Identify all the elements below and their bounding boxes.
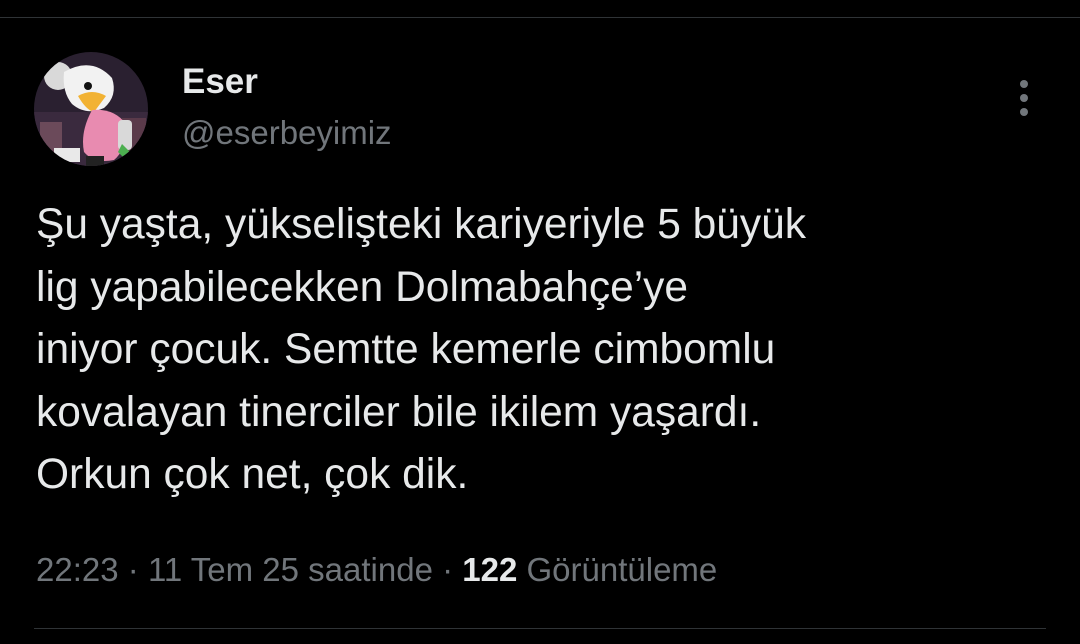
meta-separator: · xyxy=(442,551,454,588)
top-divider xyxy=(0,17,1080,18)
views-label[interactable]: Görüntüleme xyxy=(527,551,718,588)
tweet-meta: 22:23 · 11 Tem 25 saatinde · 122 Görüntü… xyxy=(36,548,717,592)
more-dot-bottom xyxy=(1020,108,1028,116)
more-options-button[interactable] xyxy=(1010,78,1038,118)
author-handle[interactable]: @eserbeyimiz xyxy=(182,114,392,152)
tweet-line: Şu yaşta, yükselişteki kariyeriyle 5 büy… xyxy=(36,201,807,248)
tweet-text: Şu yaşta, yükselişteki kariyeriyle 5 büy… xyxy=(36,194,1036,507)
tweet-line: kovalayan tinerciler bile ikilem yaşardı… xyxy=(36,388,762,436)
views-count[interactable]: 122 xyxy=(462,551,517,588)
eagle-avatar-icon xyxy=(34,52,148,166)
author-display-name[interactable]: Eser xyxy=(182,62,258,102)
tweet-line: iniyor çocuk. Semtte kemerle cimbomlu xyxy=(36,326,776,373)
tweet-time[interactable]: 22:23 xyxy=(36,551,119,588)
tweet-date[interactable]: 11 Tem 25 saatinde xyxy=(148,551,433,588)
avatar[interactable] xyxy=(34,52,148,166)
meta-separator: · xyxy=(127,551,139,588)
more-dot-top xyxy=(1020,80,1028,88)
more-dot-middle xyxy=(1020,94,1028,102)
bottom-divider xyxy=(34,628,1046,629)
tweet-line: lig yapabilecekken Dolmabahçe’ye xyxy=(36,263,689,311)
tweet-line: Orkun çok net, çok dik. xyxy=(36,451,469,498)
